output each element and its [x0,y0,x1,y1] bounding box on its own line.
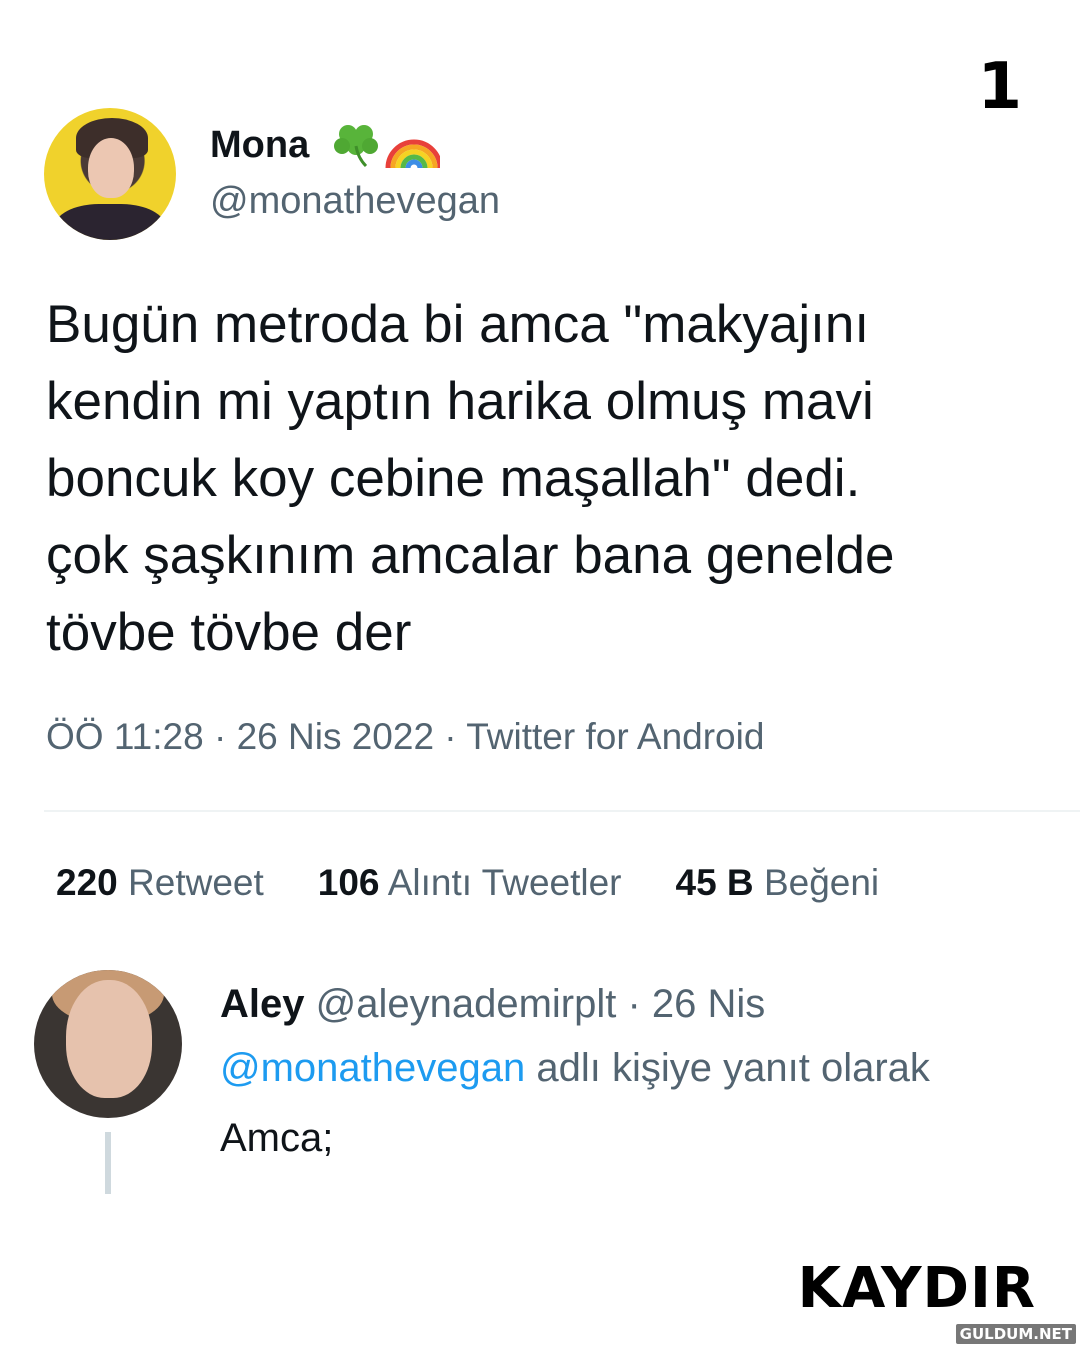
tweet-text-line: Bugün metroda bi amca "makyajını [46,295,870,354]
reply-display-name[interactable]: Aley [220,982,305,1026]
divider [44,810,1080,812]
rainbow-icon [385,139,440,169]
reply-text: Amca; [220,1116,334,1160]
reply-mention-link[interactable]: @monathevegan [220,1046,525,1090]
tweet-text-line: kendin mi yaptın harika olmuş mavi [46,372,874,431]
scroll-hint: KAYDIR [797,1256,1036,1321]
like-label: Beğeni [763,862,880,903]
shamrock-icon [334,125,378,168]
retweet-count: 220 [56,862,118,903]
tweet-text-line: boncuk koy cebine maşallah" dedi. [46,449,861,508]
tweet-stats: 220 Retweet 106 Alıntı Tweetler 45 B Beğ… [56,862,879,904]
quote-label: Alıntı Tweetler [387,862,622,903]
thread-line [105,1132,111,1194]
reply-avatar[interactable] [34,970,182,1118]
reply-to-suffix: adlı kişiye yanıt olarak [525,1046,930,1090]
retweet-label: Retweet [128,862,264,903]
name-emojis [334,125,440,169]
quote-count: 106 [317,862,380,903]
tweet-meta[interactable]: ÖÖ 11:28 · 26 Nis 2022 · Twitter for And… [46,716,764,758]
watermark-logo: GULDUM.NET [955,1324,1076,1344]
tweet-text-line: tövbe tövbe der [46,603,412,662]
retweet-stat[interactable]: 220 Retweet [56,862,264,904]
tweet-text: Bugün metroda bi amca "makyajını kendin … [46,286,1056,671]
avatar[interactable] [44,108,176,240]
like-count: 45 B [675,862,754,903]
like-stat[interactable]: 45 B Beğeni [676,862,880,904]
display-name[interactable]: Mona [210,124,309,167]
page-number: 1 [977,50,1022,124]
tweet-text-line: çok şaşkınım amcalar bana genelde [46,526,895,585]
reply-header: Aley @aleynademirplt · 26 Nis [220,982,765,1027]
reply-to-context: @monathevegan adlı kişiye yanıt olarak [220,1046,930,1091]
quote-stat[interactable]: 106 Alıntı Tweetler [318,862,622,904]
handle[interactable]: @monathevegan [210,180,500,223]
reply-handle-date[interactable]: @aleynademirplt · 26 Nis [316,982,766,1026]
